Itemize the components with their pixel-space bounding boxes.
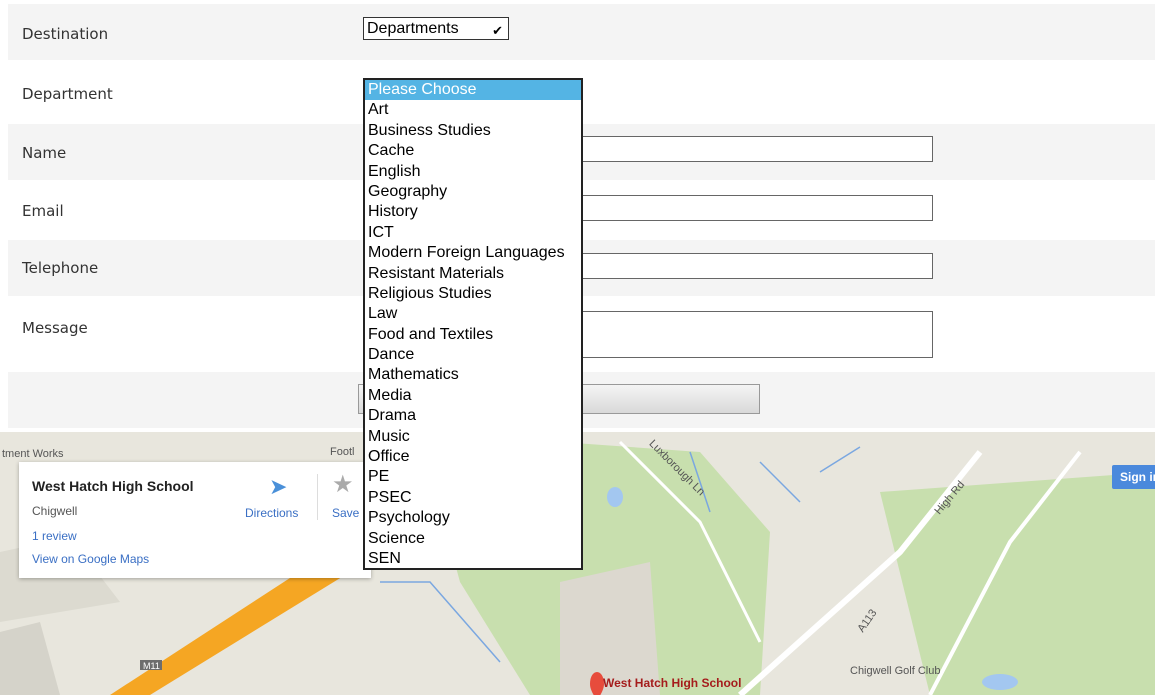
place-locality: Chigwell: [32, 504, 78, 518]
message-field[interactable]: [577, 311, 933, 358]
star-icon[interactable]: ★: [332, 470, 354, 499]
dropdown-option[interactable]: PSEC: [365, 488, 581, 508]
dropdown-option[interactable]: Modern Foreign Languages: [365, 243, 581, 263]
dropdown-option[interactable]: Drama: [365, 406, 581, 426]
dropdown-option[interactable]: ICT: [365, 223, 581, 243]
dropdown-option[interactable]: Mathematics: [365, 365, 581, 385]
message-label: Message: [22, 319, 88, 337]
card-divider: [317, 474, 318, 520]
chevron-down-icon: ✔: [492, 23, 503, 38]
dropdown-option[interactable]: Business Studies: [365, 121, 581, 141]
department-label: Department: [22, 85, 113, 103]
map-label-treatment-works: tment Works: [2, 448, 64, 460]
sign-in-button[interactable]: Sign in: [1112, 465, 1155, 489]
name-field[interactable]: [577, 136, 933, 162]
dropdown-option[interactable]: Art: [365, 100, 581, 120]
dropdown-option[interactable]: Food and Textiles: [365, 325, 581, 345]
place-info-card: West Hatch High School Chigwell 1 review…: [19, 462, 371, 578]
dropdown-option[interactable]: Office: [365, 447, 581, 467]
dropdown-option[interactable]: Music: [365, 427, 581, 447]
destination-row: Destination: [8, 4, 1155, 60]
dropdown-option[interactable]: History: [365, 202, 581, 222]
dropdown-option[interactable]: SEN: [365, 549, 581, 569]
dropdown-option[interactable]: Please Choose: [365, 80, 581, 101]
dropdown-option[interactable]: Religious Studies: [365, 284, 581, 304]
map-label-foot: Footl: [330, 446, 355, 458]
directions-link[interactable]: Directions: [245, 506, 298, 520]
dropdown-option[interactable]: Cache: [365, 141, 581, 161]
dropdown-option[interactable]: Media: [365, 386, 581, 406]
email-label: Email: [22, 202, 64, 220]
save-link[interactable]: Save: [332, 506, 359, 520]
dropdown-option[interactable]: Dance: [365, 345, 581, 365]
dropdown-option[interactable]: Science: [365, 529, 581, 549]
map-label-golf-club: Chigwell Golf Club: [850, 665, 941, 677]
map-label-m11: M11: [143, 661, 160, 671]
view-on-google-maps-link[interactable]: View on Google Maps: [32, 552, 149, 566]
name-label: Name: [22, 144, 67, 162]
dropdown-option[interactable]: Law: [365, 304, 581, 324]
telephone-field[interactable]: [577, 253, 933, 279]
dropdown-option[interactable]: Psychology: [365, 508, 581, 528]
dropdown-option[interactable]: Geography: [365, 182, 581, 202]
telephone-label: Telephone: [22, 259, 99, 277]
destination-select[interactable]: Departments ✔: [363, 17, 509, 40]
directions-icon[interactable]: ➤: [269, 474, 287, 500]
dropdown-option[interactable]: PE: [365, 467, 581, 487]
destination-selected-value: Departments: [367, 20, 459, 37]
dropdown-option[interactable]: Resistant Materials: [365, 264, 581, 284]
department-dropdown-list[interactable]: Please Choose Art Business Studies Cache…: [363, 78, 583, 570]
place-name: West Hatch High School: [32, 478, 194, 494]
map-pin-label: West Hatch High School: [603, 676, 742, 690]
destination-label: Destination: [22, 25, 109, 43]
reviews-link[interactable]: 1 review: [32, 529, 77, 543]
dropdown-option[interactable]: English: [365, 162, 581, 182]
email-field[interactable]: [577, 195, 933, 221]
